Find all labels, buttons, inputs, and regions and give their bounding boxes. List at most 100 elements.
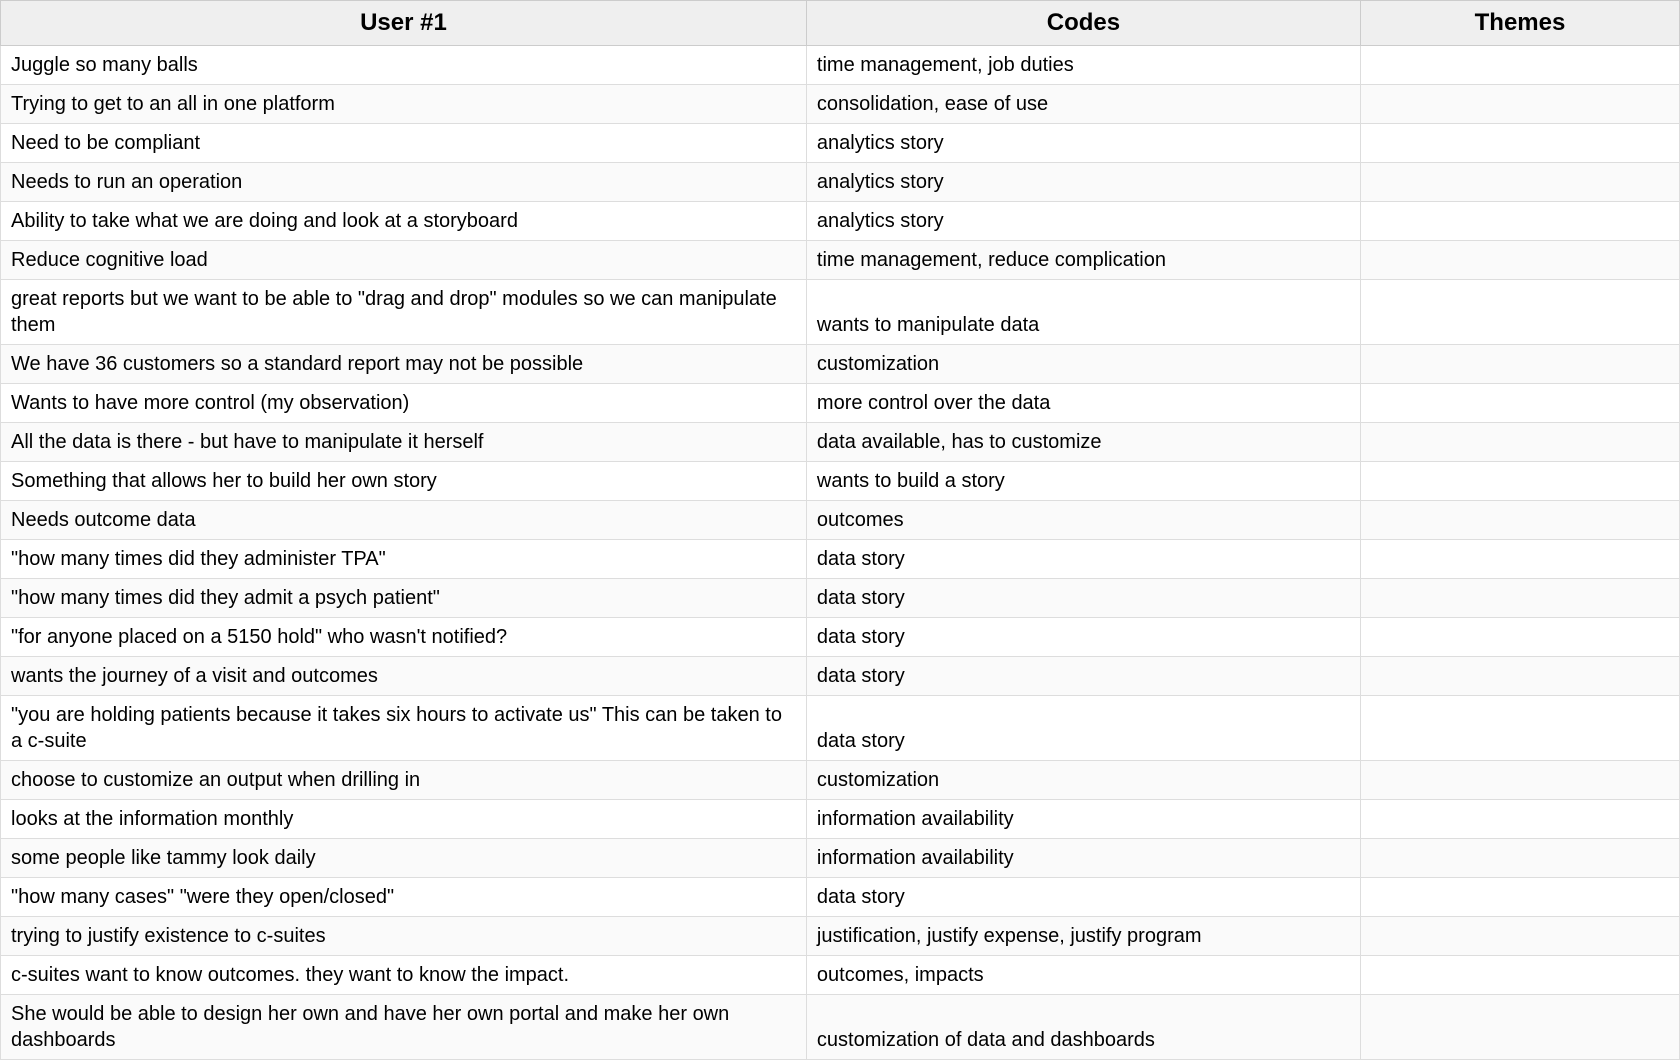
cell-themes[interactable] (1360, 618, 1679, 657)
cell-themes[interactable] (1360, 124, 1679, 163)
cell-themes[interactable] (1360, 878, 1679, 917)
cell-themes[interactable] (1360, 579, 1679, 618)
cell-themes[interactable] (1360, 384, 1679, 423)
cell-user[interactable]: All the data is there - but have to mani… (1, 423, 807, 462)
cell-themes[interactable] (1360, 423, 1679, 462)
cell-user[interactable]: trying to justify existence to c-suites (1, 917, 807, 956)
cell-codes[interactable]: analytics story (806, 163, 1360, 202)
cell-themes[interactable] (1360, 46, 1679, 85)
cell-codes[interactable]: outcomes (806, 501, 1360, 540)
coding-table: User #1 Codes Themes Juggle so many ball… (0, 0, 1680, 1060)
table-row: "you are holding patients because it tak… (1, 696, 1680, 761)
cell-user[interactable]: Trying to get to an all in one platform (1, 85, 807, 124)
cell-user[interactable]: Needs to run an operation (1, 163, 807, 202)
table-row: Needs outcome dataoutcomes (1, 501, 1680, 540)
cell-codes[interactable]: customization of data and dashboards (806, 995, 1360, 1060)
table-row: Need to be compliantanalytics story (1, 124, 1680, 163)
table-row: Juggle so many ballstime management, job… (1, 46, 1680, 85)
cell-themes[interactable] (1360, 995, 1679, 1060)
table-row: Reduce cognitive loadtime management, re… (1, 241, 1680, 280)
table-row: Ability to take what we are doing and lo… (1, 202, 1680, 241)
table-row: "how many times did they administer TPA"… (1, 540, 1680, 579)
table-row: "how many times did they admit a psych p… (1, 579, 1680, 618)
cell-user[interactable]: "how many times did they admit a psych p… (1, 579, 807, 618)
cell-user[interactable]: wants the journey of a visit and outcome… (1, 657, 807, 696)
cell-themes[interactable] (1360, 800, 1679, 839)
cell-themes[interactable] (1360, 501, 1679, 540)
cell-user[interactable]: "how many times did they administer TPA" (1, 540, 807, 579)
cell-themes[interactable] (1360, 241, 1679, 280)
table-row: looks at the information monthlyinformat… (1, 800, 1680, 839)
table-row: Something that allows her to build her o… (1, 462, 1680, 501)
cell-themes[interactable] (1360, 345, 1679, 384)
table-row: "for anyone placed on a 5150 hold" who w… (1, 618, 1680, 657)
cell-user[interactable]: some people like tammy look daily (1, 839, 807, 878)
cell-codes[interactable]: more control over the data (806, 384, 1360, 423)
cell-themes[interactable] (1360, 956, 1679, 995)
table-body: Juggle so many ballstime management, job… (1, 46, 1680, 1060)
cell-themes[interactable] (1360, 462, 1679, 501)
cell-user[interactable]: looks at the information monthly (1, 800, 807, 839)
cell-user[interactable]: "you are holding patients because it tak… (1, 696, 807, 761)
table-row: trying to justify existence to c-suitesj… (1, 917, 1680, 956)
cell-codes[interactable]: wants to manipulate data (806, 280, 1360, 345)
cell-user[interactable]: c-suites want to know outcomes. they wan… (1, 956, 807, 995)
cell-codes[interactable]: consolidation, ease of use (806, 85, 1360, 124)
table-row: Wants to have more control (my observati… (1, 384, 1680, 423)
cell-codes[interactable]: time management, job duties (806, 46, 1360, 85)
cell-codes[interactable]: information availability (806, 800, 1360, 839)
cell-codes[interactable]: time management, reduce complication (806, 241, 1360, 280)
cell-themes[interactable] (1360, 85, 1679, 124)
cell-user[interactable]: Something that allows her to build her o… (1, 462, 807, 501)
table-row: All the data is there - but have to mani… (1, 423, 1680, 462)
cell-user[interactable]: Reduce cognitive load (1, 241, 807, 280)
cell-user[interactable]: We have 36 customers so a standard repor… (1, 345, 807, 384)
cell-codes[interactable]: data story (806, 618, 1360, 657)
cell-user[interactable]: great reports but we want to be able to … (1, 280, 807, 345)
cell-codes[interactable]: data story (806, 657, 1360, 696)
cell-codes[interactable]: analytics story (806, 124, 1360, 163)
cell-themes[interactable] (1360, 696, 1679, 761)
cell-themes[interactable] (1360, 280, 1679, 345)
cell-codes[interactable]: data available, has to customize (806, 423, 1360, 462)
cell-codes[interactable]: data story (806, 878, 1360, 917)
table-row: We have 36 customers so a standard repor… (1, 345, 1680, 384)
cell-codes[interactable]: analytics story (806, 202, 1360, 241)
table-row: some people like tammy look dailyinforma… (1, 839, 1680, 878)
table-row: choose to customize an output when drill… (1, 761, 1680, 800)
cell-themes[interactable] (1360, 202, 1679, 241)
cell-codes[interactable]: data story (806, 540, 1360, 579)
cell-themes[interactable] (1360, 163, 1679, 202)
header-codes[interactable]: Codes (806, 1, 1360, 46)
table-row: Trying to get to an all in one platformc… (1, 85, 1680, 124)
cell-themes[interactable] (1360, 917, 1679, 956)
cell-user[interactable]: Ability to take what we are doing and lo… (1, 202, 807, 241)
cell-user[interactable]: choose to customize an output when drill… (1, 761, 807, 800)
cell-codes[interactable]: data story (806, 696, 1360, 761)
cell-user[interactable]: Need to be compliant (1, 124, 807, 163)
table-row: She would be able to design her own and … (1, 995, 1680, 1060)
cell-codes[interactable]: justification, justify expense, justify … (806, 917, 1360, 956)
cell-codes[interactable]: data story (806, 579, 1360, 618)
table-row: Needs to run an operationanalytics story (1, 163, 1680, 202)
cell-themes[interactable] (1360, 761, 1679, 800)
cell-codes[interactable]: information availability (806, 839, 1360, 878)
header-user[interactable]: User #1 (1, 1, 807, 46)
cell-codes[interactable]: customization (806, 761, 1360, 800)
cell-user[interactable]: Wants to have more control (my observati… (1, 384, 807, 423)
cell-user[interactable]: "for anyone placed on a 5150 hold" who w… (1, 618, 807, 657)
table-row: "how many cases" "were they open/closed"… (1, 878, 1680, 917)
header-themes[interactable]: Themes (1360, 1, 1679, 46)
cell-codes[interactable]: customization (806, 345, 1360, 384)
cell-user[interactable]: "how many cases" "were they open/closed" (1, 878, 807, 917)
cell-themes[interactable] (1360, 540, 1679, 579)
cell-user[interactable]: Juggle so many balls (1, 46, 807, 85)
cell-user[interactable]: Needs outcome data (1, 501, 807, 540)
cell-themes[interactable] (1360, 839, 1679, 878)
cell-user[interactable]: She would be able to design her own and … (1, 995, 807, 1060)
cell-themes[interactable] (1360, 657, 1679, 696)
table-header-row: User #1 Codes Themes (1, 1, 1680, 46)
cell-codes[interactable]: outcomes, impacts (806, 956, 1360, 995)
cell-codes[interactable]: wants to build a story (806, 462, 1360, 501)
table-row: great reports but we want to be able to … (1, 280, 1680, 345)
